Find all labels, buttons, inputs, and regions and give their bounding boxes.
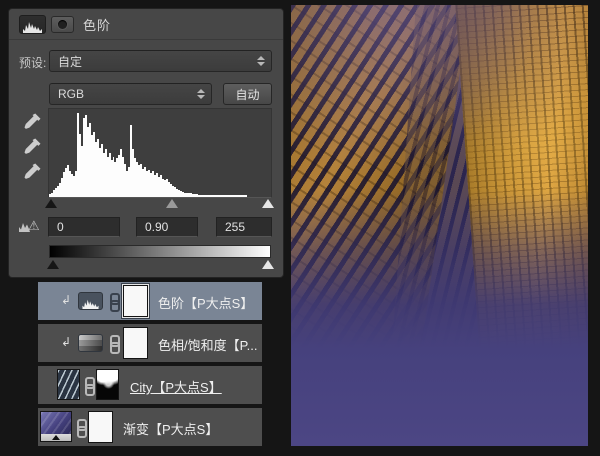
clipping-mask-arrow-icon: ↲ <box>61 293 71 307</box>
link-mask-icon[interactable] <box>109 335 119 352</box>
layer-mask-thumbnail[interactable] <box>96 369 119 400</box>
layer-name: City【P大点S】 <box>130 377 222 396</box>
clipping-mask-arrow-icon: ↲ <box>61 335 71 349</box>
layer-mask-thumbnail[interactable] <box>123 285 148 317</box>
input-shadow-slider[interactable] <box>45 199 57 208</box>
stepper-icon <box>257 51 265 71</box>
layer-row-hue-saturation[interactable]: ↲ 色相/饱和度【P... <box>38 324 262 362</box>
gradient-fill-thumbnail[interactable] <box>40 411 72 442</box>
levels-adjustment-icon[interactable] <box>78 292 103 310</box>
preset-label: 预设: <box>19 54 46 71</box>
gradient-art <box>41 412 71 434</box>
levels-properties-panel: 色阶 预设: 自定 RGB 自动 ⚠ 0 0.90 255 <box>8 8 284 278</box>
histogram-bars <box>49 109 271 197</box>
hue-saturation-adjustment-icon[interactable] <box>78 334 103 352</box>
layer-mask-thumbnail[interactable] <box>88 411 113 443</box>
shadow-input-field[interactable]: 0 <box>48 217 120 237</box>
levels-histogram-icon[interactable] <box>19 15 46 34</box>
layer-mask-thumbnail[interactable] <box>123 327 148 359</box>
output-slider-rail <box>48 260 272 272</box>
black-point-eyedropper-icon[interactable] <box>22 112 44 132</box>
input-slider-rail <box>48 199 272 211</box>
city-image-art <box>58 370 79 399</box>
layer-name: 色相/饱和度【P... <box>158 335 257 354</box>
link-mask-icon[interactable] <box>76 419 86 436</box>
circle-glyph <box>58 20 67 29</box>
layer-row-gradient[interactable]: 渐变【P大点S】 <box>38 408 262 446</box>
midtone-input-field[interactable]: 0.90 <box>136 217 198 237</box>
layer-thumbnail[interactable] <box>57 369 80 400</box>
layer-name: 色阶【P大点S】 <box>158 293 253 312</box>
layer-name: 渐变【P大点S】 <box>123 419 218 438</box>
auto-button[interactable]: 自动 <box>223 83 272 105</box>
layer-row-levels[interactable]: ↲ 色阶【P大点S】 <box>38 282 262 320</box>
output-shadow-slider[interactable] <box>47 260 59 269</box>
stepper-icon <box>197 84 205 104</box>
preset-dropdown[interactable]: 自定 <box>49 50 272 72</box>
document-canvas[interactable] <box>291 5 588 446</box>
histogram-glyph <box>23 20 42 33</box>
gradient-mini-bar <box>41 434 71 441</box>
levels-histogram <box>48 108 272 198</box>
layer-row-city[interactable]: City【P大点S】 <box>38 366 262 404</box>
input-midtone-slider[interactable] <box>166 199 178 208</box>
channel-dropdown[interactable]: RGB <box>49 83 212 105</box>
histogram-warning-icon[interactable]: ⚠ <box>18 219 40 232</box>
output-highlight-slider[interactable] <box>262 260 274 269</box>
clip-to-layer-icon[interactable] <box>51 16 74 33</box>
panel-title: 色阶 <box>83 15 111 34</box>
channel-value: RGB <box>58 87 84 101</box>
gradient-stop-icon <box>52 435 60 440</box>
link-mask-icon[interactable] <box>109 293 119 310</box>
white-point-eyedropper-icon[interactable] <box>22 162 44 182</box>
gradient-fade-overlay <box>291 5 588 446</box>
preset-value: 自定 <box>58 53 82 70</box>
levels-panel-header: 色阶 <box>9 9 283 40</box>
gray-point-eyedropper-icon[interactable] <box>22 137 44 157</box>
warning-triangle-glyph: ⚠ <box>28 219 40 232</box>
output-levels-gradient <box>49 245 271 258</box>
input-highlight-slider[interactable] <box>262 199 274 208</box>
highlight-input-field[interactable]: 255 <box>216 217 272 237</box>
link-mask-icon[interactable] <box>84 377 94 394</box>
